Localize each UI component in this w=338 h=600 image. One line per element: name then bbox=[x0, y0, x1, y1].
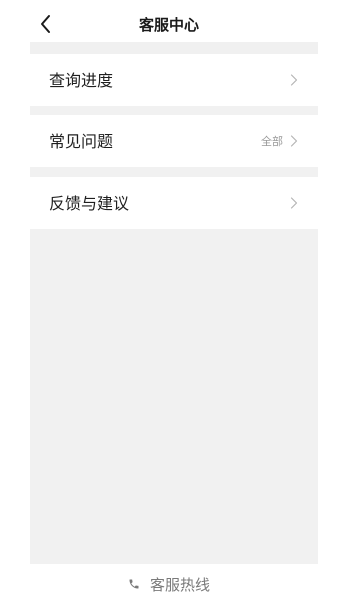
top-nav-bar: 客服中心 bbox=[0, 0, 338, 48]
section-divider bbox=[30, 42, 318, 54]
menu-item-query-progress[interactable]: 查询进度 bbox=[30, 54, 318, 106]
phone-icon bbox=[129, 579, 139, 589]
chevron-right-icon bbox=[290, 135, 298, 147]
menu-item-faq[interactable]: 常见问题 全部 bbox=[30, 115, 318, 167]
chevron-right-icon bbox=[290, 74, 298, 86]
menu-panel: 查询进度 常见问题 全部 反馈与建议 bbox=[30, 42, 318, 564]
chevron-right-icon bbox=[290, 197, 298, 209]
back-button[interactable] bbox=[34, 12, 58, 36]
view-all-link[interactable]: 全部 bbox=[261, 115, 283, 167]
menu-item-label: 查询进度 bbox=[49, 71, 114, 90]
menu-item-label: 反馈与建议 bbox=[49, 194, 130, 213]
hotline-label: 客服热线 bbox=[149, 575, 210, 594]
customer-service-page: 客服中心 查询进度 常见问题 全部 反馈与建议 客服热线 bbox=[0, 0, 338, 600]
menu-item-label: 常见问题 bbox=[49, 132, 114, 151]
hotline-button[interactable]: 客服热线 bbox=[0, 572, 338, 596]
chevron-left-icon bbox=[41, 15, 50, 33]
menu-item-feedback[interactable]: 反馈与建议 bbox=[30, 177, 318, 229]
hotline-content: 客服热线 bbox=[128, 572, 210, 596]
